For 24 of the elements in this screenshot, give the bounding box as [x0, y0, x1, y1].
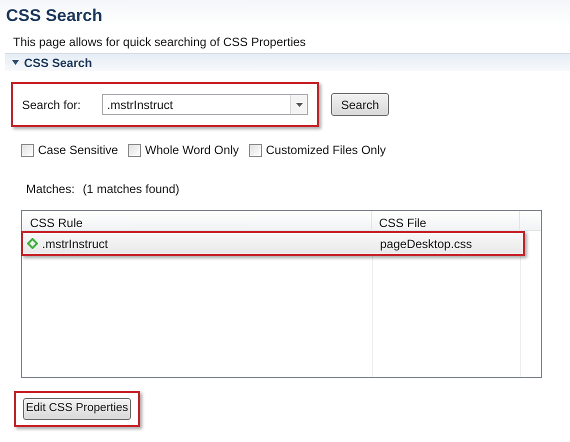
matches-label: Matches:	[26, 181, 75, 198]
page-description: This page allows for quick searching of CSS Properties	[13, 35, 306, 49]
option-label: Case Sensitive	[38, 142, 118, 159]
page-title: CSS Search	[6, 6, 102, 25]
section-header[interactable]: CSS Search	[5, 53, 570, 71]
checkbox[interactable]	[248, 144, 262, 156]
search-label: Search for:	[22, 96, 82, 114]
column-header[interactable]: CSS Rule	[22, 211, 372, 230]
table-cell-text: pageDesktop.css	[379, 236, 472, 252]
option-label: Whole Word Only	[145, 142, 239, 159]
diamond-icon	[27, 238, 38, 249]
collapse-triangle-icon	[12, 59, 19, 66]
checkbox[interactable]	[128, 144, 142, 156]
section-title: CSS Search	[24, 54, 92, 72]
option-label: Customized Files Only	[266, 142, 386, 159]
edit-css-properties-button[interactable]: Edit CSS Properties	[23, 398, 131, 420]
table-cell-text: .mstrInstruct	[42, 236, 108, 252]
search-field[interactable]: .mstrInstruct	[102, 94, 308, 115]
matches-count: (1 matches found)	[82, 181, 180, 198]
table-row[interactable]: .mstrInstruct pageDesktop.css	[23, 233, 523, 254]
checkbox[interactable]	[21, 144, 34, 156]
search-button[interactable]: Search	[331, 93, 389, 116]
dropdown-arrow-icon	[296, 102, 302, 106]
column-header[interactable]: CSS File	[372, 211, 520, 230]
